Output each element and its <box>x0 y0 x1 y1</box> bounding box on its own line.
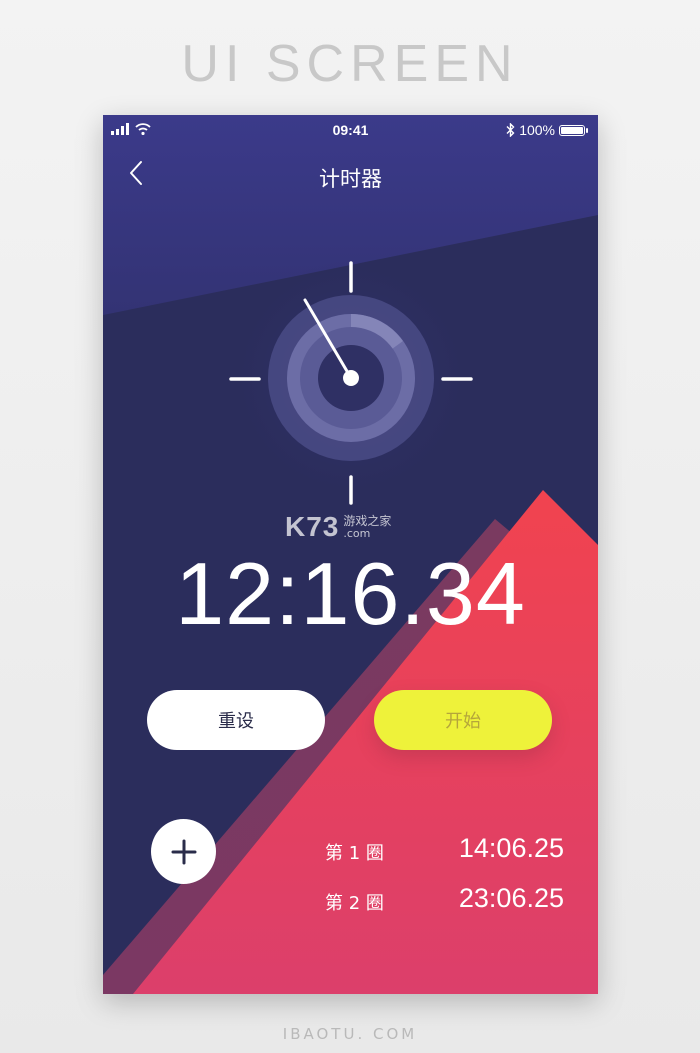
watermark-text-block: 游戏之家 .com <box>343 515 391 539</box>
lap-time: 23:06.25 <box>458 883 564 913</box>
lap-time: 14:06.25 <box>458 833 564 863</box>
lap-row: 第 1 圈 14:06.25 <box>103 831 598 871</box>
lap-row: 第 2 圈 23:06.25 <box>103 881 598 921</box>
watermark-text: 游戏之家 <box>343 513 392 528</box>
lap-label: 第 1 圈 <box>325 843 384 864</box>
phone-screen: 09:41 100% 计时器 K73 游戏之家 .com 12:16.34 重设… <box>103 115 598 994</box>
timer-display: 12:16.34 <box>175 544 526 643</box>
watermark: K73 游戏之家 .com <box>285 511 391 543</box>
reset-button[interactable]: 重设 <box>147 690 325 750</box>
start-button[interactable]: 开始 <box>374 690 552 750</box>
watermark-logo: K73 <box>285 511 340 542</box>
watermark-domain: .com <box>343 526 371 540</box>
lap-label: 第 2 圈 <box>325 893 384 914</box>
stopwatch-dial <box>229 261 473 505</box>
footer-watermark: IBAOTU. COM <box>282 1025 418 1043</box>
banner-title: UI SCREEN <box>181 35 519 93</box>
